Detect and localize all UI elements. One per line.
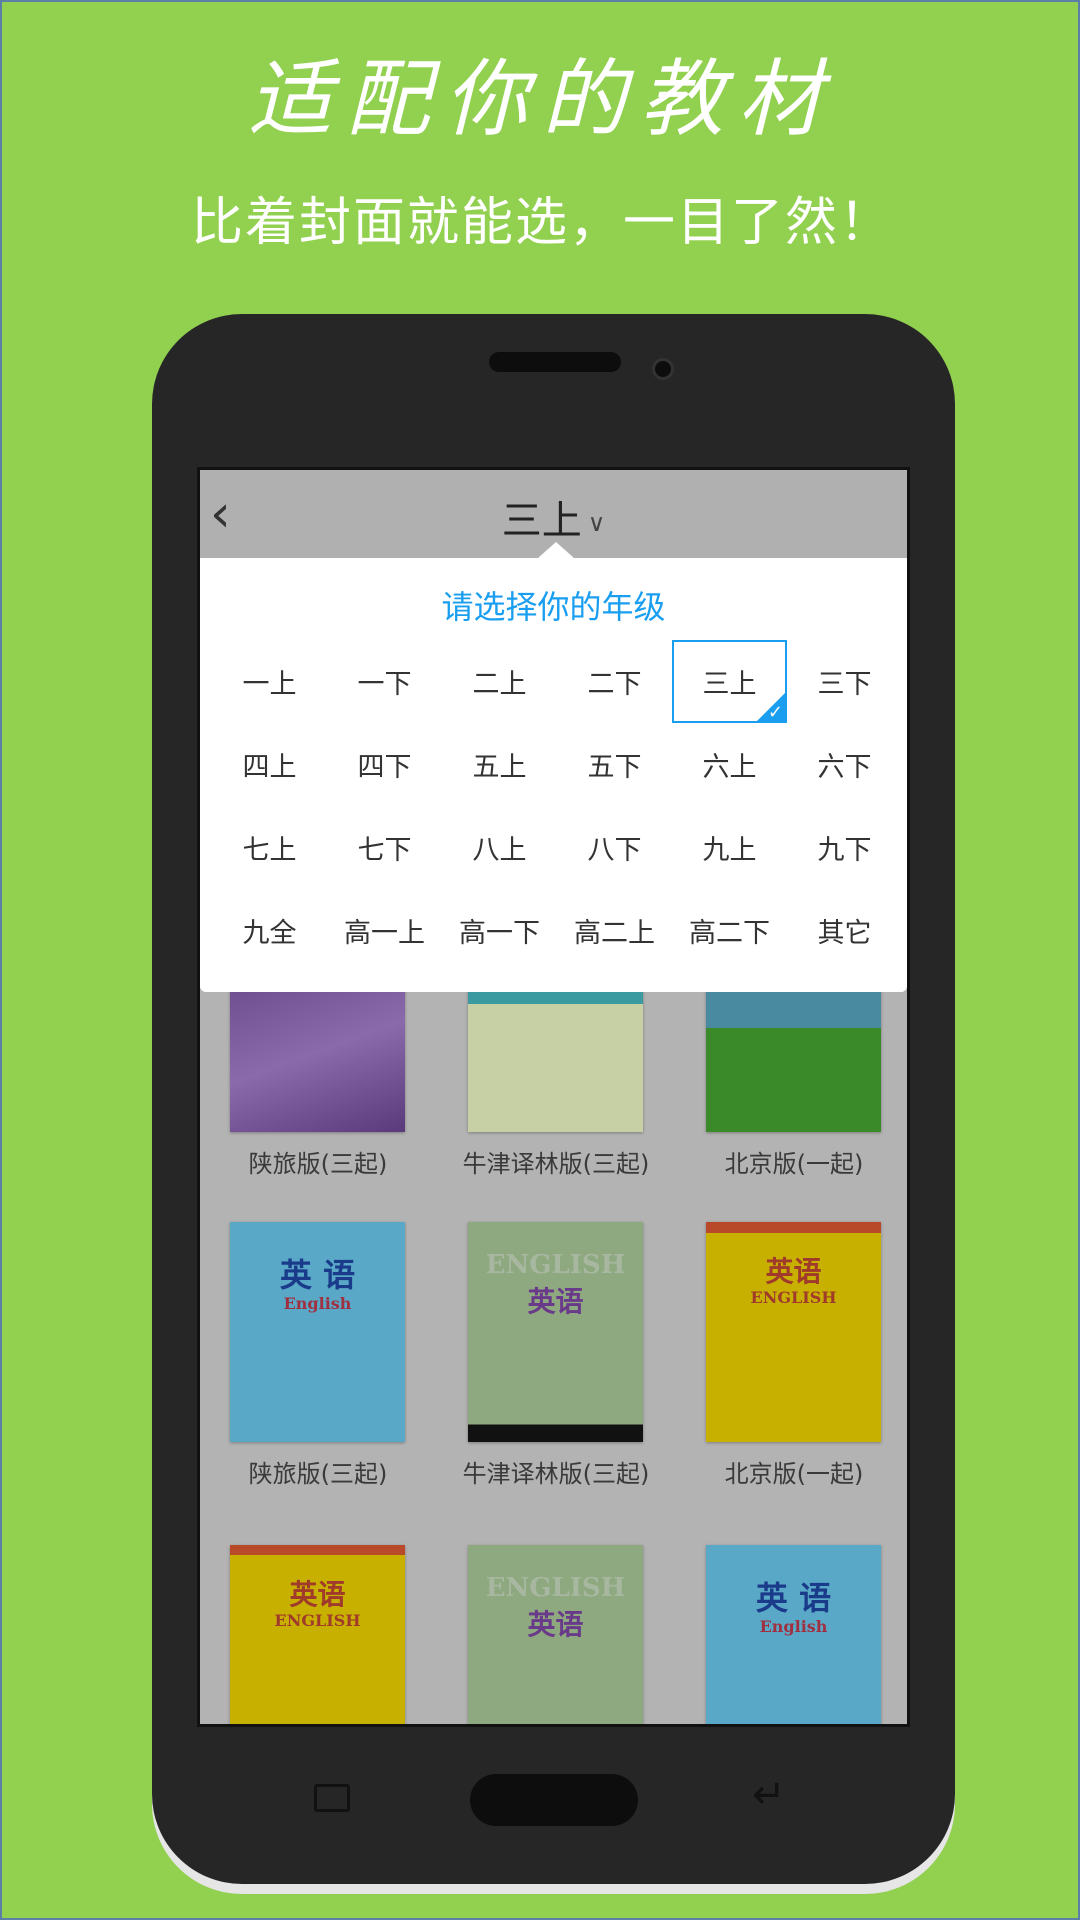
grade-option[interactable]: 二下 [560, 640, 669, 723]
grade-label: 二上 [472, 669, 527, 700]
grade-option[interactable]: 三上 ✓ [672, 640, 787, 723]
grade-label: 三上 [702, 669, 757, 700]
back-arrow-icon[interactable]: ↵ [752, 1772, 786, 1818]
grade-label: 二下 [587, 669, 642, 700]
book-cover: ENGLISH 英语 [468, 1222, 643, 1442]
book-label: 北京版(一起) [724, 1150, 864, 1178]
book-cover: 英 语 English [230, 1222, 405, 1442]
grade-label: 三下 [817, 669, 872, 700]
grade-selector[interactable]: 三上 ∨ [200, 488, 907, 546]
grade-option[interactable]: 六上 [675, 723, 784, 806]
current-grade: 三上 [501, 498, 582, 544]
grade-option[interactable]: 二上 [445, 640, 554, 723]
grade-label: 高二上 [574, 918, 655, 949]
grade-option[interactable]: 四下 [330, 723, 439, 806]
grade-option[interactable]: 高一下 [445, 889, 554, 972]
speaker [489, 352, 621, 372]
grade-label: 九全 [242, 918, 297, 949]
grade-label: 七上 [242, 835, 297, 866]
book-cover: ENGLISH 英语 [468, 1545, 643, 1724]
grade-option[interactable]: 高一上 [330, 889, 439, 972]
book-item[interactable]: ENGLISH 英语 牛津译林版(三起) [463, 1222, 649, 1488]
book-item[interactable]: 英 语 English 陕旅版(三起) [230, 1222, 405, 1488]
grade-option[interactable]: 五下 [560, 723, 669, 806]
grade-option[interactable]: 其它 [790, 889, 899, 972]
check-icon: ✓ [767, 702, 783, 723]
book-cover [706, 972, 881, 1132]
camera [652, 358, 674, 380]
grade-label: 八下 [587, 835, 642, 866]
book-item[interactable]: 英语 ENGLISH 北京版(一起) [706, 1222, 881, 1488]
grade-option[interactable]: 八上 [445, 806, 554, 889]
grade-label: 九下 [817, 835, 872, 866]
panel-title: 请选择你的年级 [441, 588, 666, 626]
book-item[interactable]: 牛津译林版(三起) [463, 972, 649, 1178]
grade-label: 六上 [702, 752, 757, 783]
book-cover: 英语 ENGLISH [230, 1545, 405, 1724]
book-label: 陕旅版(三起) [248, 1460, 388, 1488]
book-label: 陕旅版(三起) [248, 1150, 388, 1178]
grade-label: 四上 [242, 752, 297, 783]
grade-label: 六下 [817, 752, 872, 783]
grade-label: 五上 [472, 752, 527, 783]
grade-option[interactable]: 五上 [445, 723, 554, 806]
grade-label: 高一上 [344, 918, 425, 949]
system-nav-bar: ↵ [152, 1754, 955, 1844]
grade-option[interactable]: 八下 [560, 806, 669, 889]
book-item[interactable]: 北京版(一起) [706, 972, 881, 1178]
grade-option[interactable]: 九全 [215, 889, 324, 972]
grade-label: 高二下 [689, 918, 770, 949]
grade-option[interactable]: 七下 [330, 806, 439, 889]
grade-option[interactable]: 一上 [215, 640, 324, 723]
grade-option[interactable]: 七上 [215, 806, 324, 889]
grade-label: 高一下 [459, 918, 540, 949]
book-cover: 英语 ENGLISH [706, 1222, 881, 1442]
book-cover [230, 972, 405, 1132]
grade-option[interactable]: 高二上 [560, 889, 669, 972]
home-button[interactable] [470, 1774, 638, 1826]
book-item[interactable]: 英语 ENGLISH [230, 1545, 405, 1724]
book-item[interactable]: 陕旅版(三起) [230, 972, 405, 1178]
grade-dropdown-panel: 请选择你的年级 一上 一下 二上 二下 三上 ✓ 三下四上 四下 五上 五下 六上 六下七上 七下 八上 八… [200, 542, 907, 992]
subheadline: 比着封面就能选，一目了然！ [190, 193, 893, 253]
book-label: 牛津译林版(三起) [462, 1150, 650, 1178]
book-item[interactable]: 英 语 English [706, 1545, 881, 1724]
grade-label: 九上 [702, 835, 757, 866]
grade-label: 七下 [357, 835, 412, 866]
grade-option[interactable]: 四上 [215, 723, 324, 806]
grade-label: 一下 [357, 669, 412, 700]
grade-option[interactable]: 九下 [790, 806, 899, 889]
grade-option[interactable]: 高二下 [675, 889, 784, 972]
recent-apps-icon[interactable] [314, 1784, 350, 1812]
grade-label: 其它 [817, 918, 872, 949]
book-item[interactable]: ENGLISH 英语 [468, 1545, 643, 1724]
grade-label: 四下 [357, 752, 412, 783]
book-label: 牛津译林版(三起) [462, 1460, 650, 1488]
grade-option[interactable]: 六下 [790, 723, 899, 806]
book-label: 北京版(一起) [724, 1460, 864, 1488]
grade-grid: 一上 一下 二上 二下 三上 ✓ 三下四上 四下 五上 五下 六上 六下七上 七下 八上 八下 九上 九下九全 高… [212, 640, 902, 972]
grade-label: 一上 [242, 669, 297, 700]
grade-option[interactable]: 一下 [330, 640, 439, 723]
chevron-down-icon: ∨ [587, 509, 606, 537]
grade-label: 五下 [587, 752, 642, 783]
phone-screen: ‹ 三上 ∨ 陕旅版(三起) 牛津译林版(三起) 北京版(一起) 英 语 Engli… [197, 467, 910, 1727]
grade-label: 八上 [472, 835, 527, 866]
book-cover: 英 语 English [706, 1545, 881, 1724]
phone-frame: ‹ 三上 ∨ 陕旅版(三起) 牛津译林版(三起) 北京版(一起) 英 语 Engli… [152, 314, 955, 1884]
grade-option[interactable]: 九上 [675, 806, 784, 889]
headline: 适配你的教材 [247, 50, 836, 148]
grade-option[interactable]: 三下 [790, 640, 899, 723]
book-cover [468, 972, 643, 1132]
